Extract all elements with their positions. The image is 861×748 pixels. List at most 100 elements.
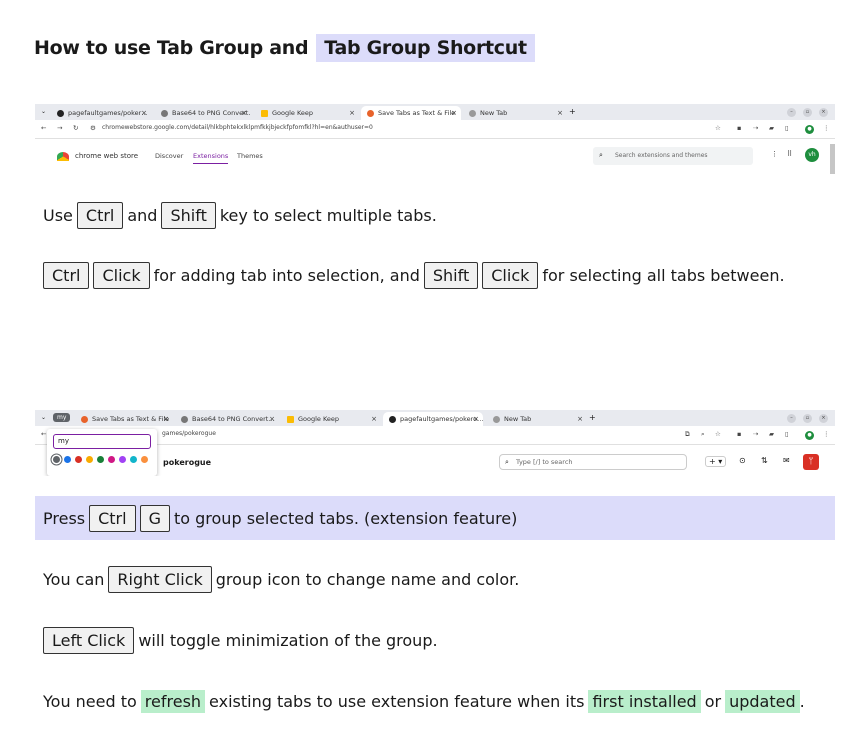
tab-group-chip[interactable]: my: [53, 413, 71, 422]
maximize-icon[interactable]: ▫: [803, 414, 812, 423]
apps-icon[interactable]: ⠿: [787, 150, 792, 158]
tab-google-keep[interactable]: Google Keep ×: [255, 106, 359, 120]
close-icon[interactable]: ×: [141, 109, 147, 117]
tab-base64[interactable]: Base64 to PNG Convert… ×: [175, 412, 279, 426]
tab-label: pagefaultgames/poker…: [68, 109, 148, 117]
url-text[interactable]: chromewebstore.google.com/detail/hlkbpht…: [102, 124, 373, 131]
menu-icon[interactable]: ⋮: [823, 430, 830, 438]
arrow-icon[interactable]: ⇢: [753, 430, 758, 438]
pull-requests-icon[interactable]: ⇅: [761, 456, 768, 465]
tab-new-tab[interactable]: New Tab ×: [487, 412, 587, 426]
new-tab-icon[interactable]: +: [569, 107, 576, 116]
tab-base64[interactable]: Base64 to PNG Convert… ×: [155, 106, 251, 120]
site-info-icon[interactable]: ⚙: [90, 124, 96, 132]
new-tab-icon[interactable]: +: [589, 413, 596, 422]
close-icon[interactable]: ×: [557, 109, 563, 117]
tab-strip: ⌄ my Save Tabs as Text & File × Base64 to…: [35, 410, 835, 426]
scrollbar[interactable]: [830, 144, 835, 174]
zoom-icon[interactable]: ⌕: [701, 430, 705, 439]
close-icon[interactable]: ×: [241, 109, 247, 117]
tab-save-tabs[interactable]: Save Tabs as Text & File ×: [75, 412, 173, 426]
profile-icon[interactable]: ●: [805, 125, 814, 134]
tab-search-icon[interactable]: ⌄: [41, 108, 46, 115]
avatar[interactable]: vh: [805, 148, 819, 162]
user-avatar[interactable]: ᛘ: [803, 454, 819, 470]
reload-icon[interactable]: ↻: [73, 124, 78, 132]
extensions-icon[interactable]: ▪: [737, 430, 741, 438]
close-icon[interactable]: ×: [163, 415, 169, 423]
key-click: Click: [93, 262, 150, 289]
bookmark-icon[interactable]: ☆: [715, 124, 721, 132]
close-icon[interactable]: ×: [371, 415, 377, 423]
text: key to select multiple tabs.: [219, 206, 437, 225]
maximize-icon[interactable]: ▫: [803, 108, 812, 117]
more-icon[interactable]: ⋮: [771, 150, 778, 158]
highlight-first-installed: first installed: [588, 690, 701, 713]
tab-label: New Tab: [504, 415, 532, 423]
bookmark-icon[interactable]: ☆: [715, 430, 721, 438]
tab-save-tabs[interactable]: Save Tabs as Text & File ×: [361, 106, 461, 120]
puzzle-icon[interactable]: ▰: [769, 124, 774, 132]
keep-icon: [287, 415, 294, 423]
key-ctrl: Ctrl: [76, 202, 124, 229]
tab-pagefaultgames[interactable]: pagefaultgames/poker… ×: [51, 106, 151, 120]
nav-extensions[interactable]: Extensions: [193, 152, 229, 164]
group-name-input[interactable]: my: [53, 434, 151, 449]
github-search-input[interactable]: ⌕ Type [/] to search: [499, 454, 687, 470]
repo-name[interactable]: pokerogue: [163, 458, 211, 467]
color-swatch[interactable]: [119, 456, 126, 463]
tab-pokerogue[interactable]: pagefaultgames/pokero… ×: [383, 412, 483, 426]
issues-icon[interactable]: ⊙: [739, 456, 746, 465]
minimize-icon[interactable]: –: [787, 108, 796, 117]
window-close-icon[interactable]: ×: [819, 108, 828, 117]
close-icon[interactable]: ×: [269, 415, 275, 423]
forward-icon[interactable]: →: [57, 124, 62, 132]
nav-themes[interactable]: Themes: [237, 152, 263, 160]
sidepanel-icon[interactable]: ▯: [785, 430, 789, 438]
arrow-icon[interactable]: ⇢: [753, 124, 758, 132]
color-swatch[interactable]: [64, 456, 71, 463]
screen-icon[interactable]: ⧉: [685, 430, 690, 439]
tab-label: Base64 to PNG Convert…: [172, 109, 251, 117]
minimize-icon[interactable]: –: [787, 414, 796, 423]
window-close-icon[interactable]: ×: [819, 414, 828, 423]
url-text[interactable]: games/pokerogue: [162, 430, 216, 437]
color-swatch[interactable]: [130, 456, 137, 463]
extensions-icon[interactable]: ▪: [737, 124, 741, 132]
sidepanel-icon[interactable]: ▯: [785, 124, 789, 132]
color-swatch[interactable]: [97, 456, 104, 463]
color-swatch[interactable]: [86, 456, 93, 463]
close-icon[interactable]: ×: [473, 415, 479, 423]
store-name[interactable]: chrome web store: [75, 152, 138, 160]
close-icon[interactable]: ×: [349, 109, 355, 117]
tab-new-tab[interactable]: New Tab ×: [463, 106, 567, 120]
color-swatch[interactable]: [141, 456, 148, 463]
profile-icon[interactable]: ●: [805, 431, 814, 440]
nav-discover[interactable]: Discover: [155, 152, 183, 160]
create-new-button[interactable]: + ▾: [705, 456, 727, 467]
color-swatch[interactable]: [75, 456, 82, 463]
github-icon: [57, 109, 64, 117]
inbox-icon[interactable]: ✉: [783, 456, 790, 465]
search-text: Type [/] to search: [516, 458, 573, 466]
back-icon[interactable]: ←: [41, 430, 46, 438]
title-highlight: Tab Group Shortcut: [316, 34, 535, 62]
text: .: [799, 692, 805, 711]
chrome-icon: [493, 415, 500, 423]
menu-icon[interactable]: ⋮: [823, 124, 830, 132]
text: You need to: [43, 692, 137, 711]
page-title: How to use Tab Group and Tab Group Short…: [34, 33, 535, 63]
close-icon[interactable]: ×: [451, 109, 457, 117]
chrome-icon: [469, 109, 476, 117]
close-icon[interactable]: ×: [577, 415, 583, 423]
tab-google-keep[interactable]: Google Keep ×: [281, 412, 381, 426]
store-search-input[interactable]: ⌕ Search extensions and themes: [593, 147, 753, 165]
color-swatch[interactable]: [108, 456, 115, 463]
tab-search-icon[interactable]: ⌄: [41, 414, 46, 421]
back-icon[interactable]: ←: [41, 124, 46, 132]
instruction-click-tabs: Ctrl Click for adding tab into selection…: [43, 262, 789, 289]
key-shift: Shift: [161, 202, 216, 229]
color-swatch[interactable]: [53, 456, 60, 463]
screenshot-tab-group: ⌄ my Save Tabs as Text & File × Base64 to…: [35, 410, 835, 476]
puzzle-icon[interactable]: ▰: [769, 430, 774, 438]
